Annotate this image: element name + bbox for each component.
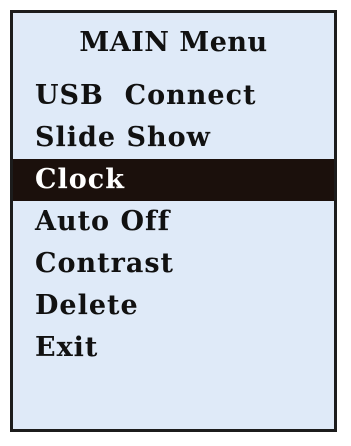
menu-item-slide-show[interactable]: Slide Show: [13, 117, 334, 159]
menu-item-delete[interactable]: Delete: [13, 285, 334, 327]
menu-title: MAIN Menu: [79, 27, 268, 58]
menu-item-exit[interactable]: Exit: [13, 327, 334, 369]
menu-item-label: Clock: [35, 164, 125, 195]
menu-list: USB Connect Slide Show Clock Auto Off Co…: [13, 75, 334, 369]
menu-item-auto-off[interactable]: Auto Off: [13, 201, 334, 243]
menu-item-usb-connect[interactable]: USB Connect: [13, 75, 334, 117]
menu-item-label: Contrast: [35, 248, 174, 279]
menu-item-label: Auto Off: [35, 206, 171, 237]
menu-item-contrast[interactable]: Contrast: [13, 243, 334, 285]
menu-item-label: Delete: [35, 290, 139, 321]
device-menu-screen: MAIN Menu USB Connect Slide Show Clock A…: [10, 10, 337, 432]
menu-item-label: Slide Show: [35, 122, 211, 153]
menu-item-label: Exit: [35, 332, 99, 363]
menu-item-clock[interactable]: Clock: [13, 159, 334, 201]
menu-item-label: USB Connect: [35, 80, 257, 111]
